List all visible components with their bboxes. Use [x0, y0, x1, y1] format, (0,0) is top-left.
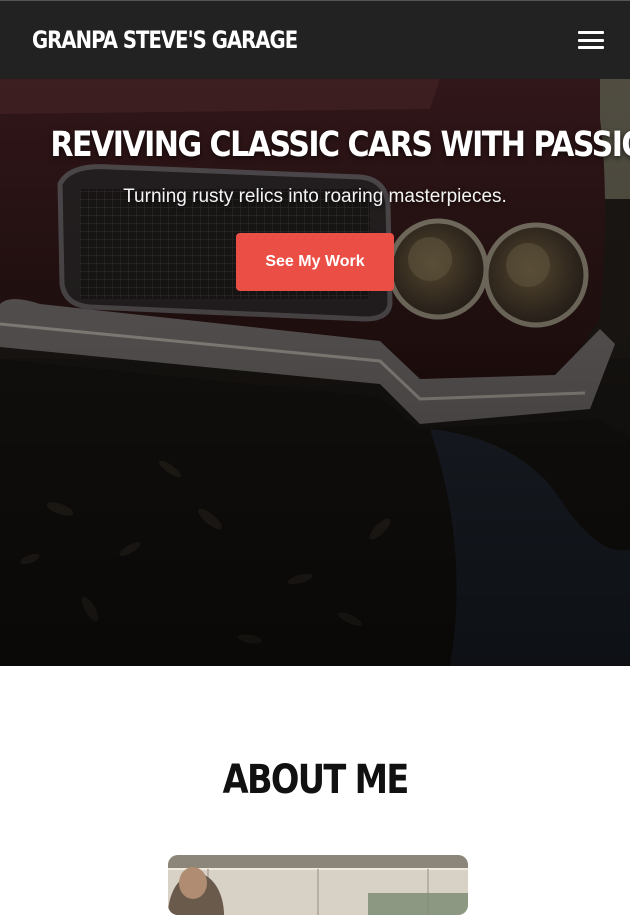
hero-title: REVIVING CLASSIC CARS WITH PASSION — [50, 125, 630, 165]
hero-content: REVIVING CLASSIC CARS WITH PASSION Turni… — [0, 79, 630, 291]
navbar: GRANPA STEVE'S GARAGE — [0, 0, 630, 79]
about-title: ABOUT ME — [222, 757, 409, 803]
hero-section: REVIVING CLASSIC CARS WITH PASSION Turni… — [0, 79, 630, 666]
hamburger-menu-icon[interactable] — [578, 30, 604, 50]
see-my-work-button[interactable]: See My Work — [236, 233, 394, 291]
menu-bar — [578, 38, 604, 42]
about-photo-image — [168, 855, 468, 915]
hero-subtitle: Turning rusty relics into roaring master… — [123, 186, 507, 207]
about-photo — [168, 855, 468, 915]
site-brand[interactable]: GRANPA STEVE'S GARAGE — [32, 26, 298, 54]
about-section: ABOUT ME — [0, 666, 630, 915]
menu-bar — [578, 31, 604, 34]
menu-bar — [578, 46, 604, 49]
